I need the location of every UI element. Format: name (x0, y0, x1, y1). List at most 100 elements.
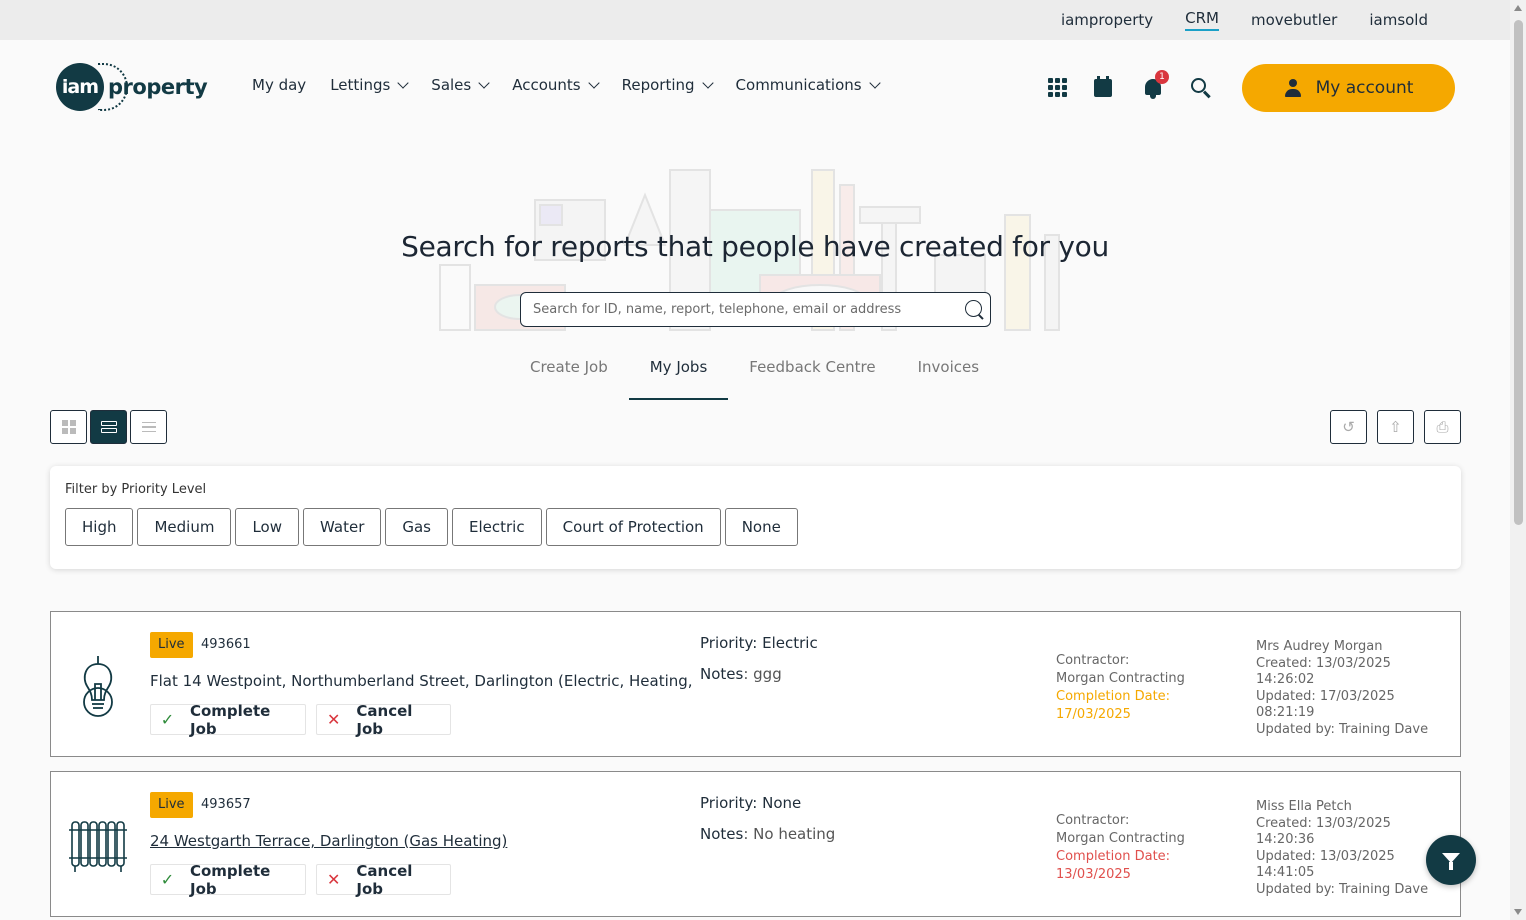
nav-accounts[interactable]: Accounts (512, 76, 600, 94)
job-contractor: Contractor: Morgan Contracting Completio… (1056, 812, 1185, 884)
card-view-icon (100, 419, 117, 435)
table-actions: ↺ ⇧ ⎙ (1330, 410, 1461, 444)
complete-job-button[interactable]: ✓ Complete Job (150, 861, 306, 898)
toplink-movebutler[interactable]: movebutler (1251, 11, 1337, 29)
header-icons: 1 (1046, 70, 1212, 99)
page-scrollbar[interactable] (1510, 0, 1526, 920)
nav-reporting[interactable]: Reporting (622, 76, 714, 94)
status-badge: Live (150, 792, 193, 818)
report-search (520, 292, 991, 327)
toplink-crm[interactable]: CRM (1185, 9, 1219, 31)
apps-grid-icon[interactable] (1046, 75, 1068, 99)
nav-label: Lettings (330, 76, 391, 94)
tab-feedback-centre[interactable]: Feedback Centre (728, 352, 896, 400)
cancel-job-button[interactable]: ✕ Cancel Job (316, 861, 451, 898)
nav-my-day[interactable]: My day (252, 76, 306, 94)
contractor-name: Morgan Contracting (1056, 671, 1185, 686)
chevron-down-icon (701, 77, 714, 89)
complete-job-button[interactable]: ✓ Complete Job (150, 702, 306, 738)
chip-electric[interactable]: Electric (452, 508, 542, 546)
list-view-button[interactable] (130, 410, 167, 444)
updated-time: 14:41:05 (1256, 865, 1315, 880)
completion-label: Completion Date: (1056, 689, 1171, 704)
nav-label: Sales (431, 76, 472, 94)
cancel-job-label: Cancel Job (356, 701, 413, 738)
print-button[interactable]: ⎙ (1424, 410, 1461, 444)
chip-court-of-protection[interactable]: Court of Protection (545, 508, 721, 546)
scroll-down-icon[interactable] (1514, 909, 1522, 915)
nav-lettings[interactable]: Lettings (330, 76, 409, 94)
search-icon[interactable] (1190, 75, 1212, 99)
status-badge: Live (150, 632, 193, 658)
close-icon: ✕ (327, 870, 341, 889)
notes-value: : ggg (743, 665, 782, 683)
tab-my-jobs[interactable]: My Jobs (628, 352, 729, 400)
card-view-button[interactable] (90, 410, 127, 444)
complete-job-label: Complete Job (189, 861, 271, 898)
updated-date: Updated: 17/03/2025 (1256, 688, 1395, 704)
tab-invoices[interactable]: Invoices (897, 352, 1000, 400)
bell-icon[interactable]: 1 (1142, 70, 1169, 99)
job-meta: Mrs Audrey Morgan Created: 13/03/2025 14… (1256, 639, 1446, 738)
job-id: 493657 (201, 797, 251, 812)
chevron-down-icon (478, 77, 490, 89)
notification-badge: 1 (1155, 70, 1169, 84)
close-icon: ✕ (327, 710, 341, 729)
check-icon: ✓ (160, 710, 175, 729)
job-meta: Miss Ella Petch Created: 13/03/2025 14:2… (1256, 799, 1446, 898)
grid-view-icon (61, 420, 76, 434)
job-address[interactable]: Flat 14 Westpoint, Northumberland Street… (150, 672, 697, 690)
logo-mark: iam (56, 63, 104, 111)
updated-by: Updated by: Training Dave (1256, 721, 1429, 737)
view-toggle-group (50, 410, 167, 444)
main-nav: My day Lettings Sales Accounts Reporting… (252, 76, 881, 94)
job-notes: Notes: ggg (700, 665, 782, 683)
completion-date: 13/03/2025 (1056, 867, 1131, 882)
calendar-icon[interactable] (1094, 75, 1116, 99)
product-switcher: iamproperty CRM movebutler iamsold (1061, 0, 1428, 40)
completion-label: Completion Date: (1056, 849, 1171, 864)
export-button[interactable]: ⇧ (1377, 410, 1414, 444)
scroll-up-icon[interactable] (1514, 5, 1522, 11)
job-card: Live 493661 Flat 14 Westpoint, Northumbe… (50, 611, 1461, 757)
scrollbar-thumb[interactable] (1514, 20, 1523, 525)
chevron-down-icon (868, 77, 881, 89)
job-address-link[interactable]: 24 Westgarth Terrace, Darlington (Gas He… (150, 832, 697, 850)
lightbulb-icon (83, 656, 113, 717)
nav-communications[interactable]: Communications (736, 76, 881, 94)
logo[interactable]: iam property (56, 63, 208, 111)
reset-button[interactable]: ↺ (1330, 410, 1367, 444)
grid-view-button[interactable] (50, 410, 87, 444)
created-date: Created: 13/03/2025 (1256, 815, 1391, 831)
chip-high[interactable]: High (65, 508, 134, 546)
priority-filter-panel: Filter by Priority Level High Medium Low… (50, 466, 1461, 569)
chip-medium[interactable]: Medium (137, 508, 232, 546)
search-icon[interactable] (965, 300, 982, 317)
updated-date: Updated: 13/03/2025 (1256, 848, 1395, 864)
created-date: Created: 13/03/2025 (1256, 655, 1391, 671)
contractor-label: Contractor: (1056, 813, 1130, 828)
notes-label: Notes (700, 825, 744, 843)
print-icon: ⎙ (1436, 418, 1449, 436)
tenant-name: Mrs Audrey Morgan (1256, 639, 1383, 654)
filter-label: Filter by Priority Level (65, 482, 207, 497)
toplink-iamsold[interactable]: iamsold (1369, 11, 1428, 29)
job-card: Live 493657 24 Westgarth Terrace, Darlin… (50, 771, 1461, 917)
cancel-job-button[interactable]: ✕ Cancel Job (316, 701, 451, 738)
tab-create-job[interactable]: Create Job (509, 352, 629, 400)
contractor-label: Contractor: (1056, 653, 1130, 668)
my-account-button[interactable]: My account (1242, 64, 1455, 112)
filter-fab-button[interactable] (1426, 835, 1476, 885)
job-notes: Notes: No heating (700, 825, 835, 843)
chip-gas[interactable]: Gas (385, 508, 448, 546)
chip-low[interactable]: Low (235, 508, 300, 546)
chip-none[interactable]: None (724, 508, 798, 546)
toplink-iamproperty[interactable]: iamproperty (1061, 11, 1153, 29)
chip-water[interactable]: Water (303, 508, 382, 546)
search-input[interactable] (533, 293, 953, 326)
chevron-down-icon (397, 77, 409, 89)
cancel-job-label: Cancel Job (356, 861, 413, 898)
tenant-name: Miss Ella Petch (1256, 799, 1352, 814)
nav-sales[interactable]: Sales (431, 76, 490, 94)
top-strip: iamproperty CRM movebutler iamsold (0, 0, 1510, 40)
